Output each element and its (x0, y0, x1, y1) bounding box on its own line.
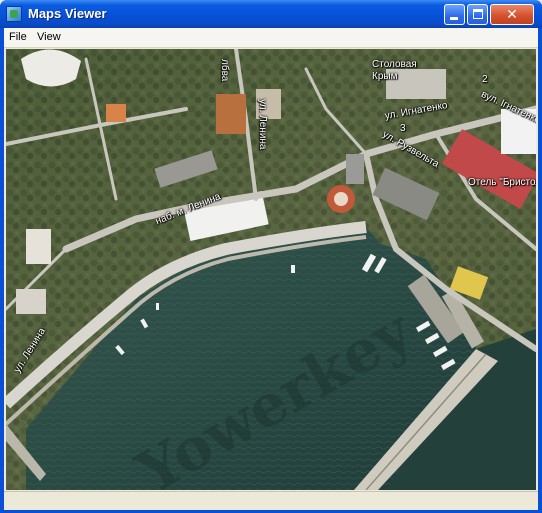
client-area: File View Yowerkey лбва ул. Ленина Столо… (4, 28, 538, 510)
label-krym: Крым (372, 71, 398, 82)
title-bar[interactable]: Maps Viewer ✕ (0, 0, 542, 28)
label-num-2: 2 (482, 74, 488, 85)
satellite-map[interactable]: Yowerkey (6, 49, 536, 490)
label-hotel-bristol: Отель "Бристоль" (468, 177, 536, 188)
maximize-icon (473, 9, 483, 19)
close-icon: ✕ (506, 6, 518, 22)
menu-view[interactable]: View (37, 31, 61, 43)
window-title: Maps Viewer (28, 6, 107, 21)
menu-file[interactable]: File (9, 31, 27, 43)
map-view[interactable]: Yowerkey лбва ул. Ленина Столовая Крым у… (6, 49, 536, 490)
close-button[interactable]: ✕ (490, 4, 534, 25)
label-lenina-vertical: лбва (219, 59, 230, 82)
label-stolovaya: Столовая (372, 59, 417, 70)
status-bar (4, 491, 538, 510)
map-app-icon (6, 6, 22, 22)
minimize-icon (450, 17, 458, 20)
maximize-button[interactable] (467, 4, 488, 25)
menu-bar: File View (4, 28, 538, 48)
minimize-button[interactable] (444, 4, 465, 25)
label-ignatenko-num: 3 (400, 123, 406, 134)
label-lenina-street: ул. Ленина (257, 99, 268, 150)
app-window: Maps Viewer ✕ File View Yowerkey лбва ул… (0, 0, 542, 513)
